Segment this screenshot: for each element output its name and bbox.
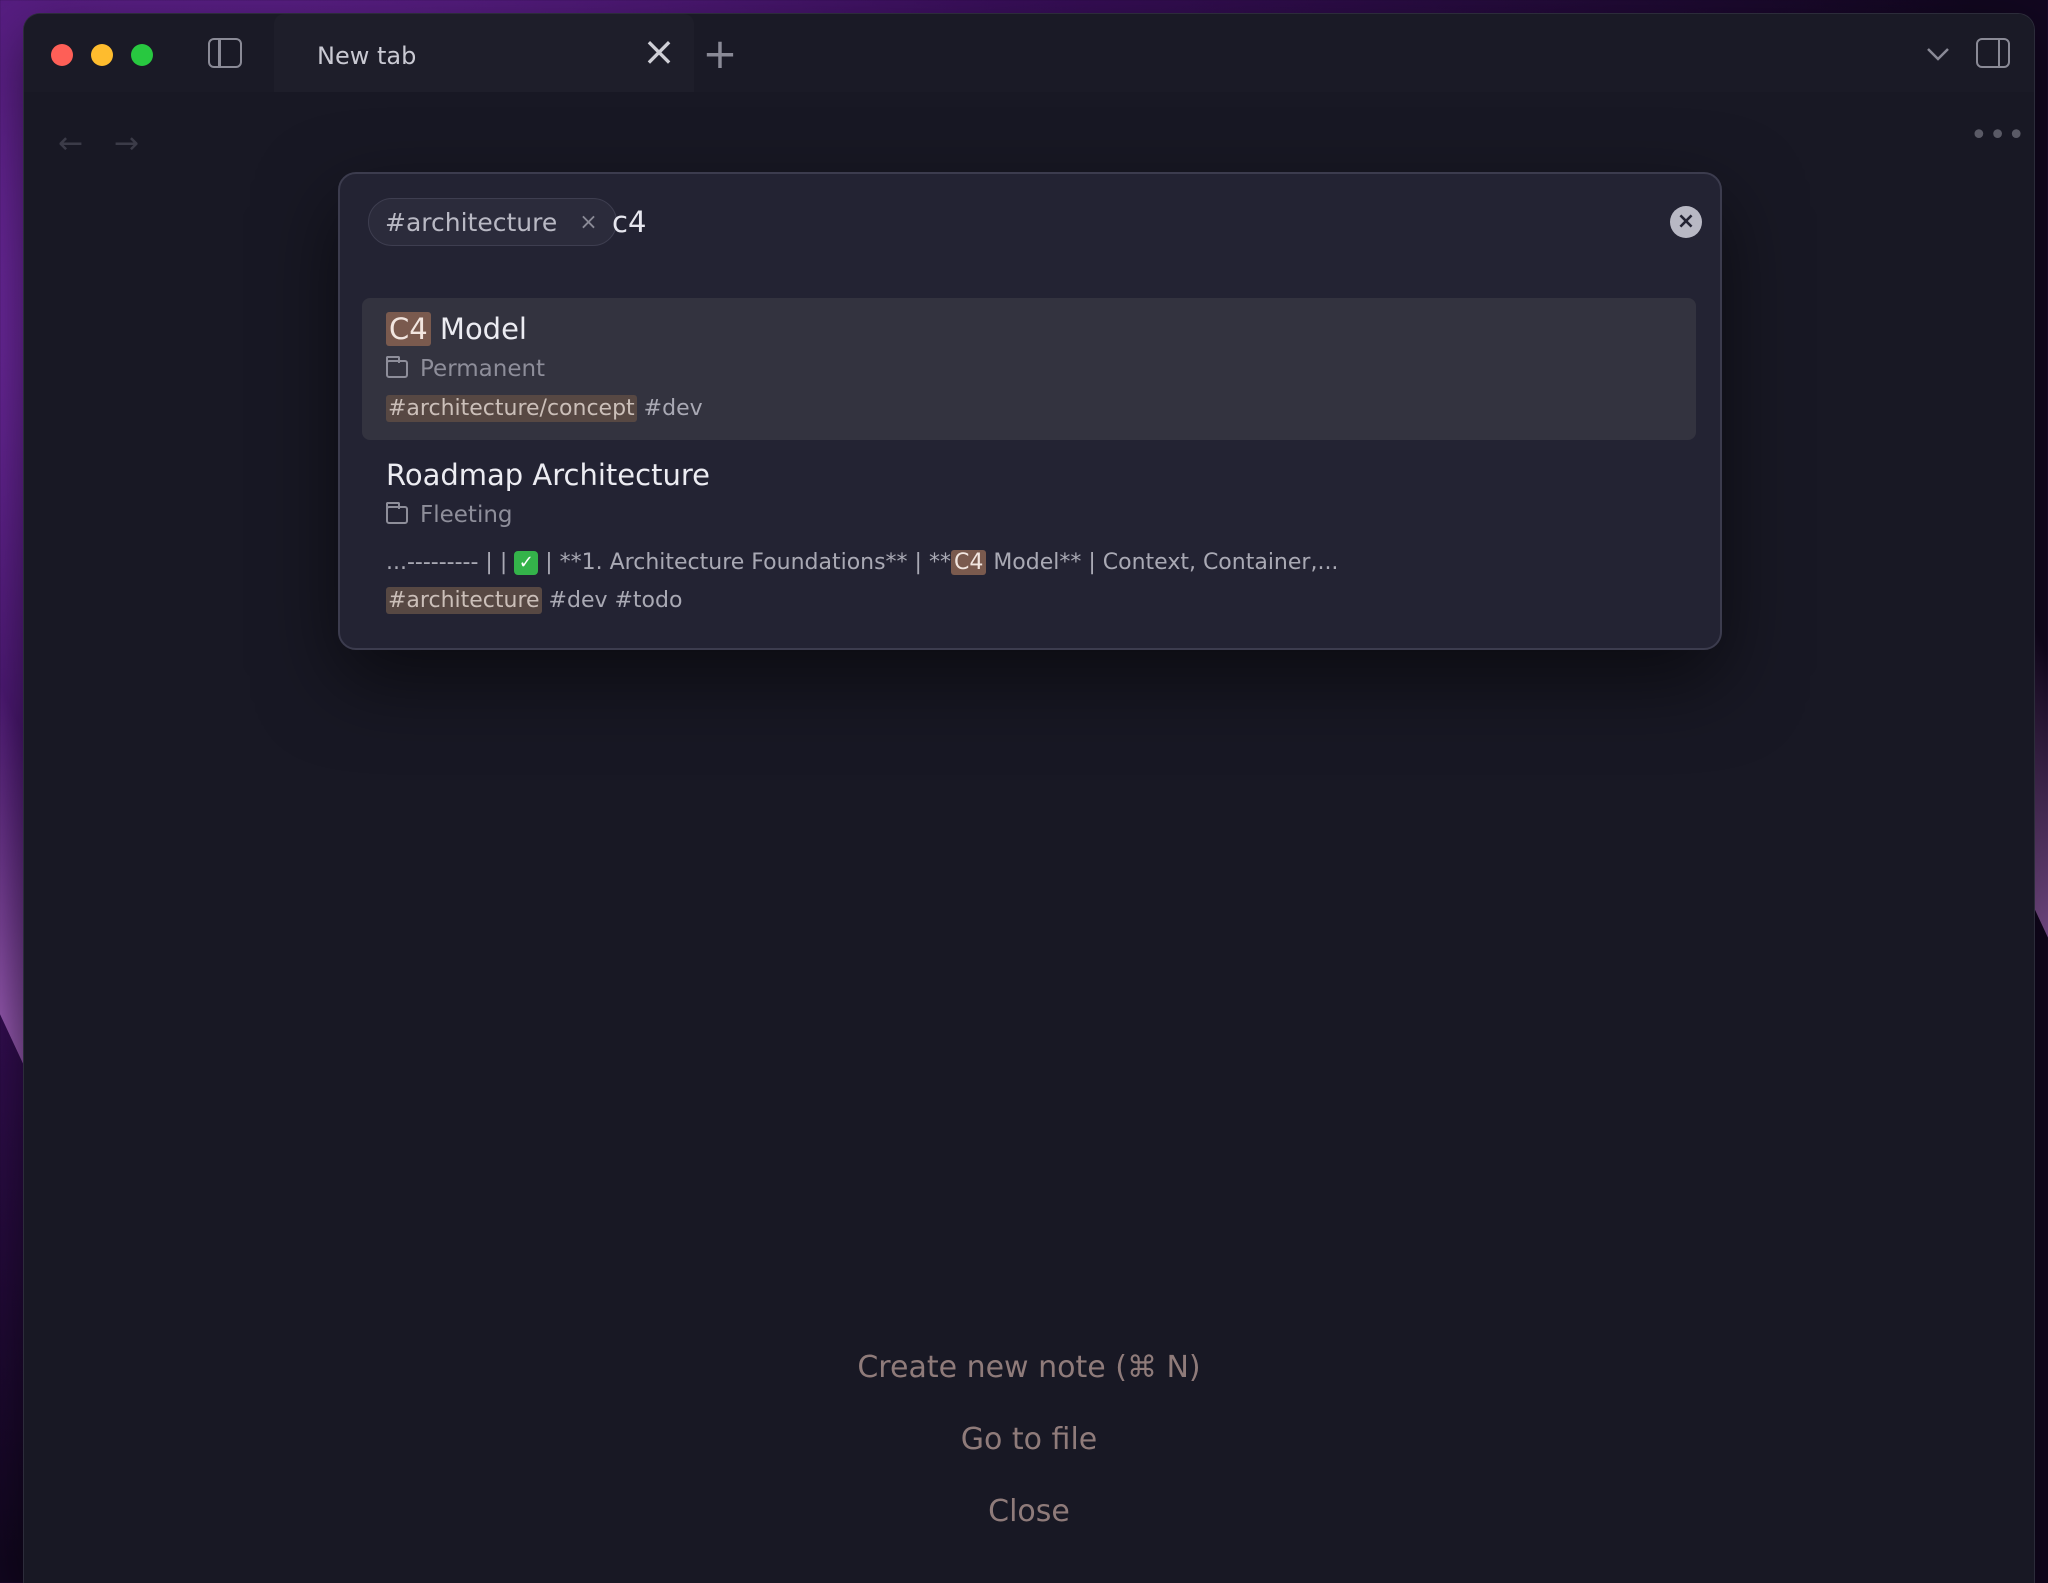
close-window-button[interactable]: [51, 44, 73, 66]
tags-rest: #dev: [636, 396, 703, 421]
result-folder: Fleeting: [386, 502, 513, 528]
result-tags: #architecture/concept #dev: [386, 395, 703, 422]
search-result-item[interactable]: C4 Model Permanent #architecture/concept…: [362, 298, 1696, 440]
checkmark-icon: ✓: [514, 551, 539, 575]
create-new-note-link[interactable]: Create new note (⌘ N): [24, 1350, 2034, 1385]
result-snippet: ...--------- | | ✓ | **1. Architecture F…: [386, 550, 1338, 575]
forward-arrow-icon[interactable]: →: [114, 126, 139, 161]
new-tab-button[interactable]: +: [698, 32, 742, 76]
title-match-highlight: C4: [386, 312, 431, 346]
chip-remove-icon[interactable]: ×: [579, 210, 597, 235]
snippet-mid: | **1. Architecture Foundations** | **: [538, 550, 951, 575]
search-result-item[interactable]: Roadmap Architecture Fleeting ...-------…: [362, 446, 1696, 636]
result-title: Roadmap Architecture: [386, 458, 710, 492]
tab-title: New tab: [317, 42, 417, 70]
more-options-icon[interactable]: •••: [1970, 118, 2026, 153]
quick-switcher-modal: #architecture × × C4 Model Permanent #ar…: [338, 172, 1722, 650]
tab-close-icon[interactable]: ×: [638, 32, 680, 74]
title-rest: Model: [430, 312, 527, 346]
app-window: New tab × + ← → ••• #architecture × × C4…: [24, 14, 2034, 1583]
search-input[interactable]: [608, 200, 1516, 244]
snippet-post: Model** | Context, Container,...: [986, 550, 1339, 575]
left-sidebar-toggle-icon[interactable]: [208, 38, 242, 68]
clear-search-icon[interactable]: ×: [1670, 206, 1702, 238]
close-link[interactable]: Close: [24, 1494, 2034, 1529]
filter-chip-architecture[interactable]: #architecture ×: [368, 198, 617, 246]
snippet-pre: ...--------- | |: [386, 550, 515, 575]
minimize-window-button[interactable]: [91, 44, 113, 66]
tab-list-chevron-down-icon[interactable]: [1924, 40, 1952, 68]
go-to-file-link[interactable]: Go to file: [24, 1422, 2034, 1457]
maximize-window-button[interactable]: [131, 44, 153, 66]
tab-new-tab[interactable]: New tab ×: [274, 14, 694, 92]
folder-icon: [386, 502, 408, 524]
result-tags: #architecture #dev #todo: [386, 587, 683, 614]
back-arrow-icon[interactable]: ←: [58, 126, 83, 161]
filter-chip-label: #architecture: [385, 207, 558, 237]
title-bar: New tab × +: [24, 14, 2034, 92]
result-folder: Permanent: [386, 356, 545, 382]
right-sidebar-toggle-icon[interactable]: [1976, 38, 2010, 68]
folder-icon: [386, 356, 408, 378]
snippet-match-highlight: C4: [950, 550, 987, 575]
tags-rest: #dev #todo: [541, 588, 683, 613]
tag-match-highlight: #architecture/concept: [386, 395, 637, 422]
tag-match-highlight: #architecture: [386, 587, 542, 614]
folder-name: Permanent: [420, 356, 546, 382]
result-title: C4 Model: [386, 312, 527, 346]
folder-name: Fleeting: [420, 502, 513, 528]
